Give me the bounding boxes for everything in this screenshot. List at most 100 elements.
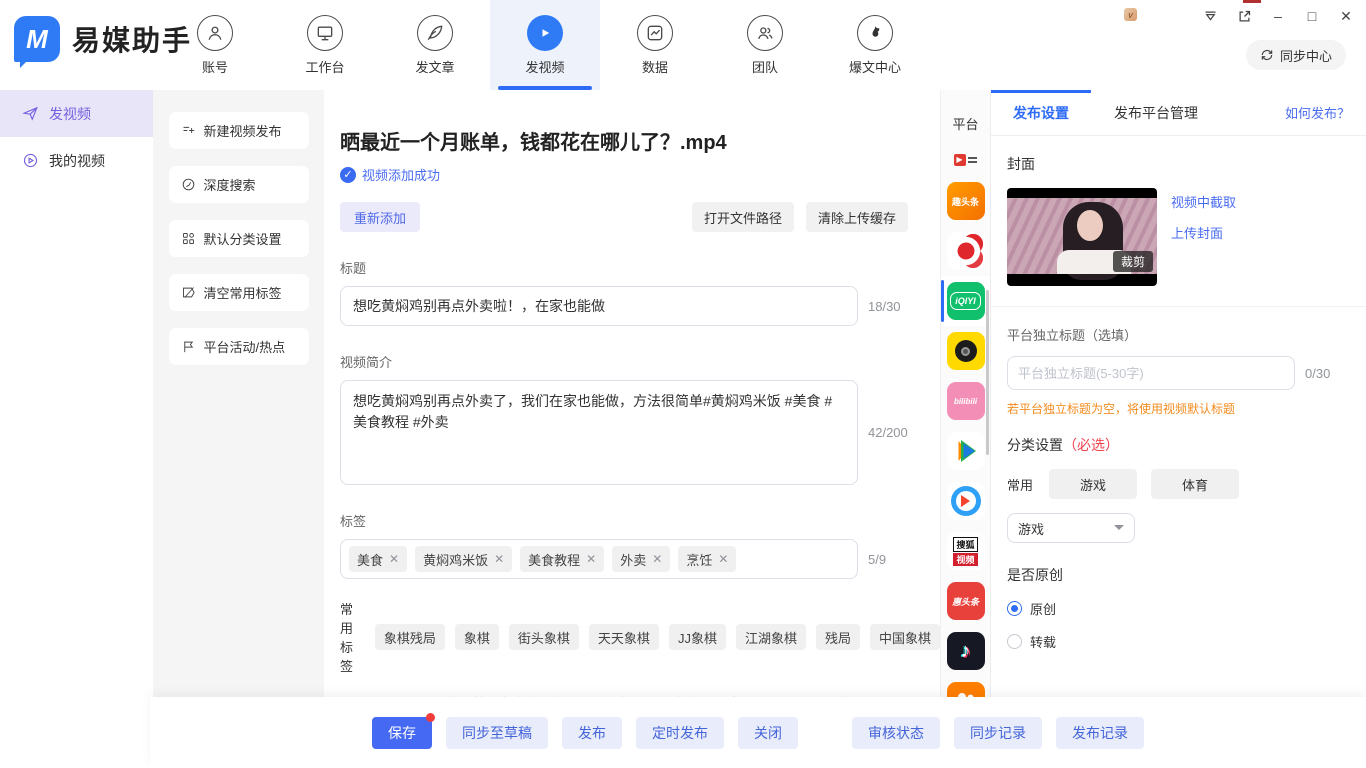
tool-button-默认分类设置[interactable]: 默认分类设置 [169, 220, 309, 257]
common-tag-chip[interactable]: 象棋残局 [375, 624, 445, 650]
common-tag-chip[interactable]: 街头象棋 [509, 624, 579, 650]
platform-rail: 平台 ▶趣头条 iQIYI bilibili 搜狐视频惠头条 ♪ [940, 90, 990, 697]
tool-button-label: 清空常用标签 [204, 283, 282, 302]
tool-button-平台活动/热点[interactable]: 平台活动/热点 [169, 328, 309, 365]
common-tag-chip[interactable]: 残局 [816, 624, 860, 650]
footer-button-审核状态[interactable]: 审核状态 [852, 717, 940, 749]
open-file-path-button[interactable]: 打开文件路径 [692, 202, 794, 232]
platform-item[interactable]: 趣头条 [941, 176, 991, 226]
nav-item-团队[interactable]: 团队 [710, 0, 820, 90]
window-controls: –□ ✕ [1200, 6, 1356, 26]
tag-remove-icon[interactable]: ✕ [586, 552, 596, 566]
tool-button-新建视频发布[interactable]: 新建视频发布 [169, 112, 309, 149]
clear-tags-icon [181, 285, 196, 300]
capture-from-video-link[interactable]: 视频中截取 [1171, 192, 1236, 211]
sidebar-item-发视频[interactable]: 发视频 [0, 90, 153, 137]
tab-platform-management[interactable]: 发布平台管理 [1091, 103, 1221, 123]
upload-cover-link[interactable]: 上传封面 [1171, 223, 1236, 242]
nav-item-发文章[interactable]: 发文章 [380, 0, 490, 90]
category-common-label: 常用 [1007, 475, 1033, 494]
huitoutiao-icon: 惠头条 [947, 582, 985, 620]
title-counter: 18/30 [868, 299, 901, 314]
sync-center-button[interactable]: 同步中心 [1246, 40, 1346, 70]
common-tag-chip[interactable]: 天天象棋 [589, 624, 659, 650]
tag-chip: 黄焖鸡米饭✕ [415, 546, 512, 572]
tag-chip-label: 美食教程 [528, 550, 580, 569]
nav-item-爆文中心[interactable]: 爆文中心 [820, 0, 930, 90]
tool-button-深度搜索[interactable]: 深度搜索 [169, 166, 309, 203]
platform-item[interactable] [941, 326, 991, 376]
nav-item-账号[interactable]: 账号 [160, 0, 270, 90]
platform-rail-label: 平台 [941, 114, 990, 133]
platform-item[interactable] [941, 426, 991, 476]
category-select[interactable]: 游戏 [1007, 513, 1135, 543]
tool-button-清空常用标签[interactable]: 清空常用标签 [169, 274, 309, 311]
tray-icon[interactable]: v [1124, 8, 1137, 21]
clear-upload-cache-button[interactable]: 清除上传缓存 [806, 202, 908, 232]
radio-icon[interactable] [1007, 601, 1022, 616]
tag-remove-icon[interactable]: ✕ [652, 552, 662, 566]
article-icon [417, 15, 453, 51]
footer-button-同步记录[interactable]: 同步记录 [954, 717, 1042, 749]
platform-item[interactable]: ▶ [941, 143, 991, 176]
category-label: 分类设置（必选） [1007, 435, 1350, 455]
platform-item[interactable]: 搜狐视频 [941, 526, 991, 576]
readd-video-button[interactable]: 重新添加 [340, 202, 420, 232]
footer-button-关闭[interactable]: 关闭 [738, 717, 798, 749]
cover-thumbnail[interactable]: 裁剪 [1007, 188, 1157, 286]
platform-item[interactable] [941, 226, 991, 276]
new-video-icon [181, 123, 196, 138]
footer-button-发布[interactable]: 发布 [562, 717, 622, 749]
tag-remove-icon[interactable]: ✕ [718, 552, 728, 566]
common-tag-chip[interactable]: JJ象棋 [669, 624, 726, 650]
common-tags-row: 常用标签 象棋残局象棋街头象棋天天象棋JJ象棋江湖象棋残局中国象棋 [340, 599, 940, 675]
category-option-游戏[interactable]: 游戏 [1049, 469, 1137, 499]
platform-item[interactable]: 惠头条 [941, 576, 991, 626]
tag-chip-label: 烹饪 [686, 550, 712, 569]
footer-button-同步至草稿[interactable]: 同步至草稿 [446, 717, 548, 749]
platform-item[interactable]: iQIYI [941, 276, 991, 326]
radio-icon[interactable] [1007, 634, 1022, 649]
header: M 易媒助手 账号工作台发文章发视频数据团队爆文中心 v –□✕ 同步中心 [0, 0, 1366, 90]
hide-to-tray-icon[interactable] [1200, 6, 1220, 26]
video-file-title: 晒最近一个月账单，钱都花在哪儿了？.mp4 [340, 126, 940, 155]
tag-remove-icon[interactable]: ✕ [494, 552, 504, 566]
sidebar-item-我的视频[interactable]: 我的视频 [0, 137, 153, 184]
common-tag-chip[interactable]: 中国象棋 [870, 624, 940, 650]
platform-item[interactable]: bilibili [941, 376, 991, 426]
common-tag-chip[interactable]: 江湖象棋 [736, 624, 806, 650]
nav-item-发视频[interactable]: 发视频 [490, 0, 600, 90]
footer-button-定时发布[interactable]: 定时发布 [636, 717, 724, 749]
nav-item-工作台[interactable]: 工作台 [270, 0, 380, 90]
tag-chip: 烹饪 ✕ [678, 546, 736, 572]
how-to-publish-link[interactable]: 如何发布？ [1285, 103, 1350, 122]
deep-search-icon [181, 177, 196, 192]
tags-counter: 5/9 [868, 552, 886, 567]
radio-option-转载[interactable]: 转载 [1007, 632, 1350, 651]
category-option-体育[interactable]: 体育 [1151, 469, 1239, 499]
tab-publish-settings[interactable]: 发布设置 [991, 103, 1091, 123]
platform-item[interactable] [941, 676, 991, 697]
footer-button-发布记录[interactable]: 发布记录 [1056, 717, 1144, 749]
title-input[interactable] [340, 286, 858, 326]
maximize-icon[interactable]: □ [1302, 6, 1322, 26]
crop-button[interactable]: 裁剪 [1113, 251, 1153, 272]
platform-scrollbar[interactable] [986, 290, 989, 455]
screenshot-icon[interactable] [1234, 6, 1254, 26]
radio-option-原创[interactable]: 原创 [1007, 599, 1350, 618]
tags-input[interactable]: 美食✕黄焖鸡米饭✕美食教程✕外卖✕烹饪✕ [340, 539, 858, 579]
tool-button-label: 新建视频发布 [204, 121, 282, 140]
minimize-icon[interactable]: – [1268, 6, 1288, 26]
save-button[interactable]: 保存 [372, 717, 432, 749]
bilibili-icon: bilibili [947, 382, 985, 420]
description-textarea[interactable] [340, 380, 858, 485]
platform-item[interactable]: ♪ [941, 626, 991, 676]
platform-item[interactable] [941, 476, 991, 526]
tag-remove-icon[interactable]: ✕ [389, 552, 399, 566]
independent-title-counter: 0/30 [1305, 366, 1330, 381]
independent-title-input[interactable] [1007, 356, 1295, 390]
close-icon[interactable]: ✕ [1336, 6, 1356, 26]
common-tag-chip[interactable]: 象棋 [455, 624, 499, 650]
nav-item-数据[interactable]: 数据 [600, 0, 710, 90]
nav-item-label: 发文章 [415, 57, 454, 76]
